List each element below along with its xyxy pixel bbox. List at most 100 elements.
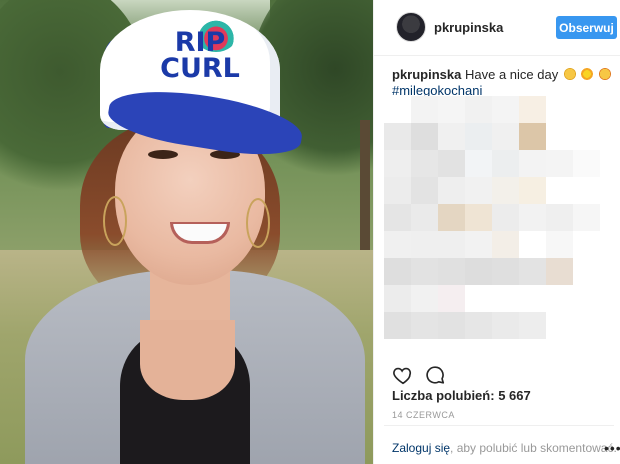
grinning-face-emoji-icon (563, 68, 576, 80)
chest (140, 320, 235, 400)
blurred-pixel (384, 204, 411, 231)
kissing-face-emoji-icon (599, 68, 612, 80)
blurred-pixel (465, 312, 492, 339)
blurred-pixel (465, 258, 492, 285)
ellipsis-icon[interactable]: ••• (604, 441, 620, 455)
avatar[interactable] (396, 12, 426, 42)
blurred-pixel (384, 258, 411, 285)
blurred-pixel (438, 258, 465, 285)
blurred-pixel (546, 204, 573, 231)
heart-icon (393, 367, 412, 385)
blurred-pixel (384, 177, 411, 204)
login-prompt: Zaloguj się, aby polubić lub skomentować… (392, 441, 617, 455)
pixelated-comment-grid (384, 96, 610, 339)
blurred-pixel (573, 150, 600, 177)
blurred-pixel (465, 177, 492, 204)
login-link[interactable]: Zaloguj się (392, 441, 450, 455)
blurred-pixel (519, 312, 546, 339)
blurred-pixel (411, 123, 438, 150)
blurred-comments (384, 96, 610, 358)
blurred-pixel (492, 96, 519, 123)
blurred-pixel (546, 177, 573, 204)
blurred-pixel (465, 123, 492, 150)
comment-bubble-icon (426, 366, 445, 384)
blurred-pixel (519, 231, 546, 258)
blurred-pixel (384, 285, 411, 312)
blurred-pixel (546, 150, 573, 177)
blurred-pixel (492, 231, 519, 258)
blurred-pixel (411, 312, 438, 339)
blurred-pixel (573, 258, 600, 285)
blurred-pixel (438, 285, 465, 312)
blurred-pixel (492, 258, 519, 285)
post-date[interactable]: 14 CZERWCA (392, 410, 455, 420)
divider (384, 425, 614, 426)
blurred-pixel (411, 177, 438, 204)
hoop-earring-left (103, 196, 127, 246)
blurred-pixel (438, 177, 465, 204)
blurred-pixel (411, 285, 438, 312)
caption-text: Have a nice day (464, 67, 559, 82)
blurred-pixel (546, 285, 573, 312)
blurred-pixel (384, 123, 411, 150)
tree-trunk (360, 120, 370, 250)
post-photo[interactable]: RIP CURL (0, 0, 373, 464)
blurred-pixel (492, 204, 519, 231)
blurred-pixel (438, 312, 465, 339)
blurred-pixel (519, 285, 546, 312)
likes-number: 5 667 (498, 388, 531, 403)
blurred-pixel (411, 231, 438, 258)
blurred-pixel (411, 96, 438, 123)
blurred-pixel (438, 96, 465, 123)
blurred-pixel (546, 312, 573, 339)
blurred-pixel (438, 150, 465, 177)
blurred-pixel (384, 312, 411, 339)
follow-button[interactable]: Obserwuj (556, 16, 617, 39)
blurred-pixel (465, 96, 492, 123)
post-caption: pkrupinska Have a nice day #milegokochan… (392, 67, 614, 99)
blurred-pixel (546, 123, 573, 150)
blurred-pixel (384, 150, 411, 177)
blurred-pixel (519, 123, 546, 150)
blurred-pixel (465, 204, 492, 231)
blurred-pixel (492, 312, 519, 339)
post-sidebar: pkrupinska Obserwuj pkrupinska Have a ni… (373, 0, 620, 464)
blurred-pixel (519, 258, 546, 285)
blurred-pixel (573, 285, 600, 312)
blurred-pixel (546, 258, 573, 285)
blurred-pixel (492, 285, 519, 312)
cap-logo-text: RIP CURL (150, 29, 250, 84)
blurred-pixel (573, 96, 600, 123)
blurred-pixel (519, 204, 546, 231)
blurred-pixel (465, 150, 492, 177)
blurred-pixel (492, 123, 519, 150)
cap-logo-line2: CURL (160, 53, 240, 84)
blurred-pixel (465, 231, 492, 258)
post-header: pkrupinska Obserwuj (374, 0, 620, 56)
blurred-pixel (519, 177, 546, 204)
likes-count[interactable]: Liczba polubień: 5 667 (392, 388, 531, 403)
blurred-pixel (492, 150, 519, 177)
blurred-pixel (519, 96, 546, 123)
username-link[interactable]: pkrupinska (434, 20, 503, 35)
blurred-pixel (411, 150, 438, 177)
blurred-pixel (438, 231, 465, 258)
blurred-pixel (519, 150, 546, 177)
comment-button[interactable] (424, 364, 446, 386)
blurred-pixel (411, 204, 438, 231)
likes-label: Liczba polubień: (392, 388, 495, 403)
blurred-pixel (438, 123, 465, 150)
sun-emoji-icon (581, 68, 594, 80)
blurred-pixel (573, 204, 600, 231)
blurred-pixel (546, 96, 573, 123)
like-button[interactable] (392, 364, 414, 386)
login-prompt-suffix: , aby polubić lub skomentować. (450, 441, 617, 455)
caption-username[interactable]: pkrupinska (392, 67, 461, 82)
left-eye (148, 150, 178, 159)
blurred-pixel (573, 123, 600, 150)
blurred-pixel (573, 231, 600, 258)
blurred-pixel (573, 312, 600, 339)
blurred-pixel (573, 177, 600, 204)
blurred-pixel (465, 285, 492, 312)
blurred-pixel (411, 258, 438, 285)
